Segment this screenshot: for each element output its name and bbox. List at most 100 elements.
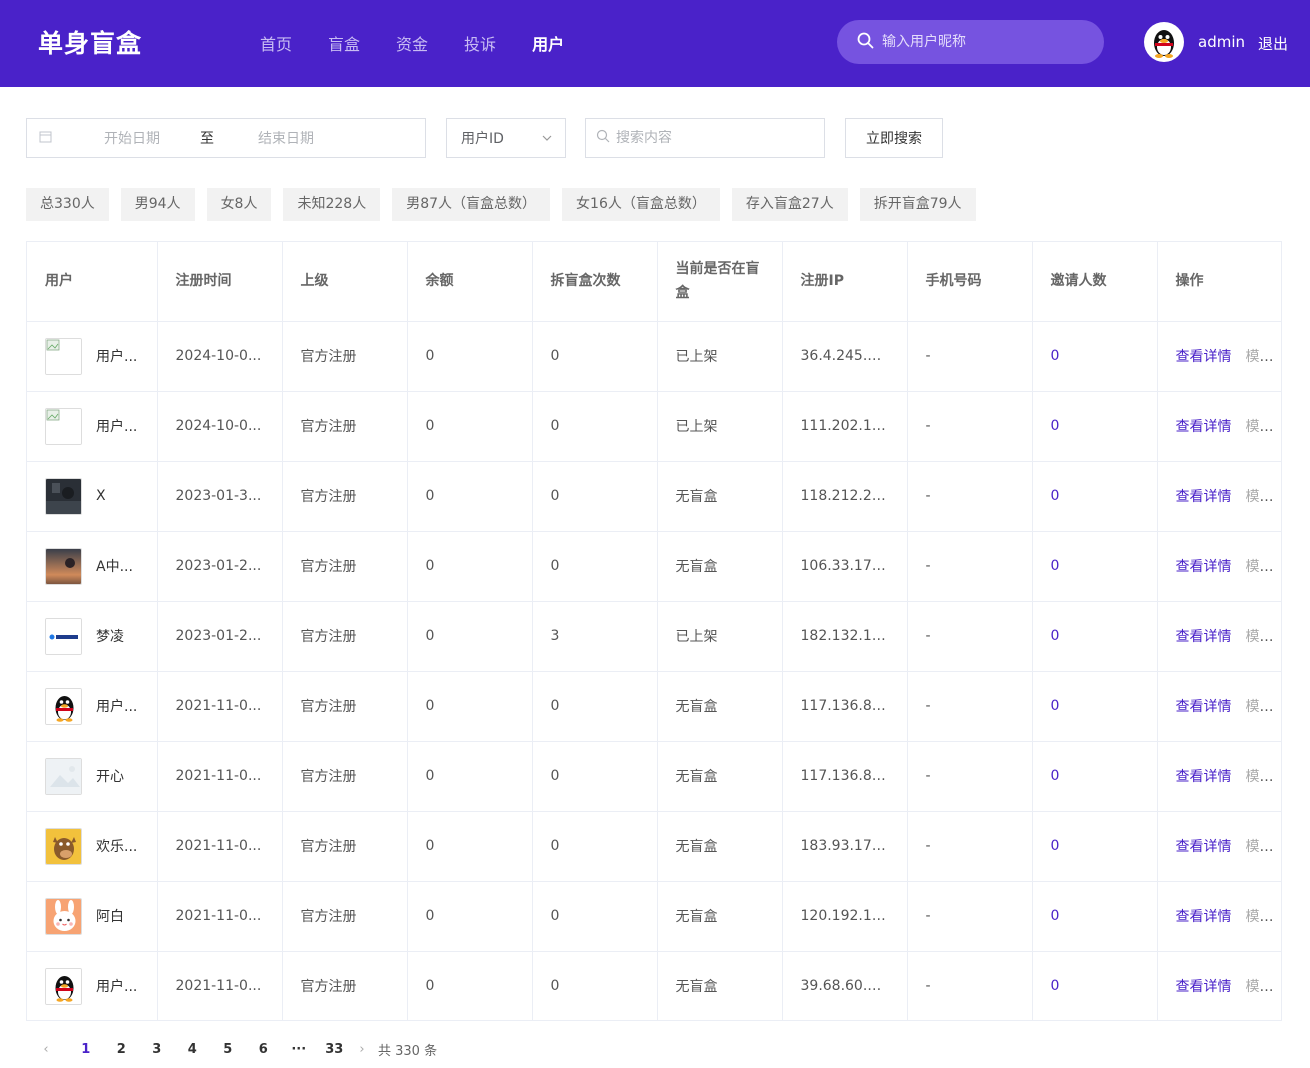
register-ip-cell: 182.132.14...: [782, 601, 908, 672]
actions-cell: 查看详情模拟登录: [1157, 881, 1282, 952]
simulate-login-link[interactable]: 模拟登录: [1246, 559, 1282, 575]
open-count-cell: 3: [532, 601, 658, 672]
simulate-login-link[interactable]: 模拟登录: [1246, 909, 1282, 925]
actions-cell: 查看详情模拟登录: [1157, 531, 1282, 602]
next-page-icon[interactable]: ›: [352, 1042, 372, 1057]
open-count-cell: 0: [532, 951, 658, 1020]
phone-cell: -: [907, 811, 1033, 882]
user-cell: 开心: [27, 741, 158, 812]
stat-unknown: 未知228人: [283, 188, 381, 221]
user-name: 欢乐...: [96, 839, 138, 855]
page-number[interactable]: 3: [139, 1042, 175, 1057]
nickname-search-input[interactable]: [882, 34, 1082, 50]
header-actions: 操作: [1157, 242, 1281, 322]
actions-cell: 查看详情模拟登录: [1157, 321, 1282, 392]
simulate-login-link[interactable]: 模拟登录: [1246, 699, 1282, 715]
view-detail-link[interactable]: 查看详情: [1176, 629, 1232, 645]
prev-page-icon[interactable]: ‹: [36, 1042, 56, 1057]
stat-male: 男94人: [120, 188, 195, 221]
nav-item-users[interactable]: 用户: [532, 31, 564, 55]
header-user: 用户: [27, 242, 158, 322]
search-button[interactable]: 立即搜索: [845, 118, 943, 158]
simulate-login-link[interactable]: 模拟登录: [1246, 629, 1282, 645]
user-cell: 欢乐...: [27, 811, 158, 882]
invites-link[interactable]: 0: [1051, 838, 1060, 854]
user-avatar: [45, 477, 82, 515]
invites-link[interactable]: 0: [1051, 978, 1060, 994]
phone-cell: -: [907, 951, 1033, 1020]
parent-cell: 官方注册: [282, 601, 408, 672]
date-range-picker[interactable]: 开始日期 至 结束日期: [26, 118, 426, 158]
page-number[interactable]: 1: [68, 1042, 104, 1057]
start-date-input[interactable]: 开始日期: [104, 128, 160, 148]
view-detail-link[interactable]: 查看详情: [1176, 559, 1232, 575]
page-number[interactable]: 4: [175, 1042, 211, 1057]
date-separator: 至: [200, 131, 214, 147]
admin-avatar[interactable]: [1144, 22, 1184, 62]
box-status-cell: 无盲盒: [657, 741, 783, 812]
invites-cell: 0: [1032, 671, 1158, 742]
register-time-cell: 2021-11-0...: [157, 881, 283, 952]
simulate-login-link[interactable]: 模拟登录: [1246, 839, 1282, 855]
user-cell: 用户...: [27, 951, 158, 1020]
search-field-select[interactable]: 用户ID: [446, 118, 566, 158]
box-status-cell: 已上架: [657, 321, 783, 392]
user-name: A中...: [96, 559, 133, 575]
view-detail-link[interactable]: 查看详情: [1176, 699, 1232, 715]
invites-link[interactable]: 0: [1051, 768, 1060, 784]
simulate-login-link[interactable]: 模拟登录: [1246, 349, 1282, 365]
box-status-cell: 无盲盒: [657, 461, 783, 532]
user-name: 阿白: [96, 909, 124, 925]
parent-cell: 官方注册: [282, 741, 408, 812]
simulate-login-link[interactable]: 模拟登录: [1246, 419, 1282, 435]
register-time-cell: 2021-11-0...: [157, 671, 283, 742]
invites-link[interactable]: 0: [1051, 628, 1060, 644]
box-status-cell: 无盲盒: [657, 881, 783, 952]
phone-cell: -: [907, 461, 1033, 532]
open-count-cell: 0: [532, 461, 658, 532]
total-count: 共 330 条: [378, 1044, 438, 1059]
simulate-login-link[interactable]: 模拟登录: [1246, 979, 1282, 995]
phone-cell: -: [907, 881, 1033, 952]
user-cell: 用户...: [27, 321, 158, 392]
view-detail-link[interactable]: 查看详情: [1176, 489, 1232, 505]
page-number[interactable]: 5: [210, 1042, 246, 1057]
page-number[interactable]: 6: [246, 1042, 282, 1057]
nav-item-blindbox[interactable]: 盲盒: [328, 31, 360, 55]
user-avatar: [45, 547, 82, 585]
invites-link[interactable]: 0: [1051, 348, 1060, 364]
balance-cell: 0: [407, 951, 533, 1020]
actions-cell: 查看详情模拟登录: [1157, 951, 1282, 1020]
invites-link[interactable]: 0: [1051, 488, 1060, 504]
logout-link[interactable]: 退出: [1258, 33, 1288, 54]
user-name: 用户...: [96, 419, 138, 435]
invites-link[interactable]: 0: [1051, 908, 1060, 924]
invites-link[interactable]: 0: [1051, 558, 1060, 574]
user-avatar: [45, 407, 82, 445]
page-number[interactable]: 33: [317, 1042, 353, 1057]
invites-link[interactable]: 0: [1051, 698, 1060, 714]
table-row: A中... 2023-01-2... 官方注册 0 0 无盲盒 106.33.178... -…: [27, 531, 1282, 602]
nav-item-funds[interactable]: 资金: [396, 31, 428, 55]
balance-cell: 0: [407, 811, 533, 882]
view-detail-link[interactable]: 查看详情: [1176, 769, 1232, 785]
user-avatar: [45, 337, 82, 375]
view-detail-link[interactable]: 查看详情: [1176, 349, 1232, 365]
view-detail-link[interactable]: 查看详情: [1176, 839, 1232, 855]
nav-item-home[interactable]: 首页: [260, 31, 292, 55]
page-ellipsis[interactable]: ···: [281, 1042, 317, 1057]
view-detail-link[interactable]: 查看详情: [1176, 419, 1232, 435]
end-date-input[interactable]: 结束日期: [258, 128, 314, 148]
page-number[interactable]: 2: [104, 1042, 140, 1057]
user-name: 开心: [96, 769, 124, 785]
user-avatar: [45, 757, 82, 795]
register-ip-cell: 36.4.245.164: [782, 321, 908, 392]
nav-item-complaints[interactable]: 投诉: [464, 31, 496, 55]
simulate-login-link[interactable]: 模拟登录: [1246, 489, 1282, 505]
view-detail-link[interactable]: 查看详情: [1176, 979, 1232, 995]
content-search-input[interactable]: [616, 130, 816, 146]
simulate-login-link[interactable]: 模拟登录: [1246, 769, 1282, 785]
invites-link[interactable]: 0: [1051, 418, 1060, 434]
view-detail-link[interactable]: 查看详情: [1176, 909, 1232, 925]
app-logo[interactable]: 单身盲盒: [38, 24, 142, 60]
